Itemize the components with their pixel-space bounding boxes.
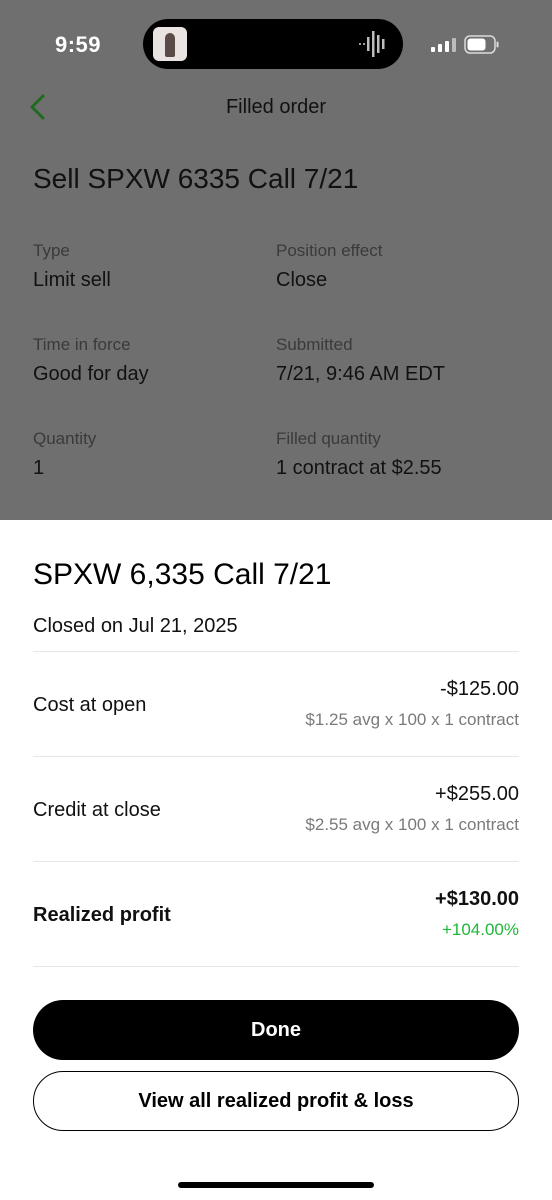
done-button[interactable]: Done bbox=[33, 1000, 519, 1060]
detail-label: Time in force bbox=[33, 335, 131, 354]
status-time: 9:59 bbox=[55, 32, 102, 57]
status-bar: 9:59 bbox=[0, 0, 552, 90]
detail-position-effect: Position effect Close bbox=[276, 241, 382, 292]
row-amount: +$130.00 bbox=[435, 888, 519, 910]
row-detail: $1.25 avg x 100 x 1 contract bbox=[305, 710, 519, 729]
detail-label: Quantity bbox=[33, 429, 97, 448]
audio-waveform-icon bbox=[359, 31, 385, 57]
detail-label: Type bbox=[33, 241, 70, 260]
row-amount: -$125.00 bbox=[440, 678, 519, 700]
battery-icon bbox=[464, 35, 499, 54]
detail-value: Limit sell bbox=[33, 269, 111, 291]
now-playing-artwork bbox=[153, 27, 187, 61]
detail-submitted: Submitted 7/21, 9:46 AM EDT bbox=[276, 335, 445, 386]
home-indicator[interactable] bbox=[178, 1182, 374, 1188]
detail-value: Close bbox=[276, 269, 328, 291]
sheet-title: SPXW 6,335 Call 7/21 bbox=[33, 558, 332, 591]
detail-value: Good for day bbox=[33, 363, 149, 385]
detail-type: Type Limit sell bbox=[33, 241, 111, 292]
detail-filled-quantity: Filled quantity 1 contract at $2.55 bbox=[276, 429, 442, 480]
view-all-pl-button[interactable]: View all realized profit & loss bbox=[33, 1071, 519, 1131]
detail-value: 1 bbox=[33, 457, 45, 479]
realized-pl-sheet: SPXW 6,335 Call 7/21 Closed on Jul 21, 2… bbox=[0, 520, 552, 1200]
dynamic-island[interactable] bbox=[143, 19, 403, 69]
detail-time-in-force: Time in force Good for day bbox=[33, 335, 149, 386]
detail-quantity: Quantity 1 bbox=[33, 429, 96, 480]
row-cost-at-open: Cost at open -$125.00 $1.25 avg x 100 x … bbox=[33, 652, 519, 756]
cellular-signal-icon bbox=[431, 38, 456, 52]
row-percent: +104.00% bbox=[441, 920, 519, 939]
row-label: Credit at close bbox=[33, 799, 161, 821]
row-label: Realized profit bbox=[33, 904, 171, 926]
row-amount: +$255.00 bbox=[435, 783, 519, 805]
page-title: Filled order bbox=[225, 96, 327, 118]
closed-date: Closed on Jul 21, 2025 bbox=[33, 615, 238, 637]
detail-label: Submitted bbox=[276, 335, 353, 354]
detail-value: 1 contract at $2.55 bbox=[276, 457, 442, 479]
order-detail-page: 9:59 Filled order Sell SPXW 6335 Call 7/… bbox=[0, 0, 552, 520]
row-detail: $2.55 avg x 100 x 1 contract bbox=[305, 815, 519, 834]
detail-value: 7/21, 9:46 AM EDT bbox=[276, 363, 445, 385]
row-credit-at-close: Credit at close +$255.00 $2.55 avg x 100… bbox=[33, 757, 519, 861]
row-realized-profit: Realized profit +$130.00 +104.00% bbox=[33, 862, 519, 966]
row-label: Cost at open bbox=[33, 694, 147, 716]
order-title: Sell SPXW 6335 Call 7/21 bbox=[33, 163, 359, 194]
detail-label: Position effect bbox=[276, 241, 383, 260]
divider bbox=[33, 966, 519, 967]
detail-label: Filled quantity bbox=[276, 429, 381, 448]
